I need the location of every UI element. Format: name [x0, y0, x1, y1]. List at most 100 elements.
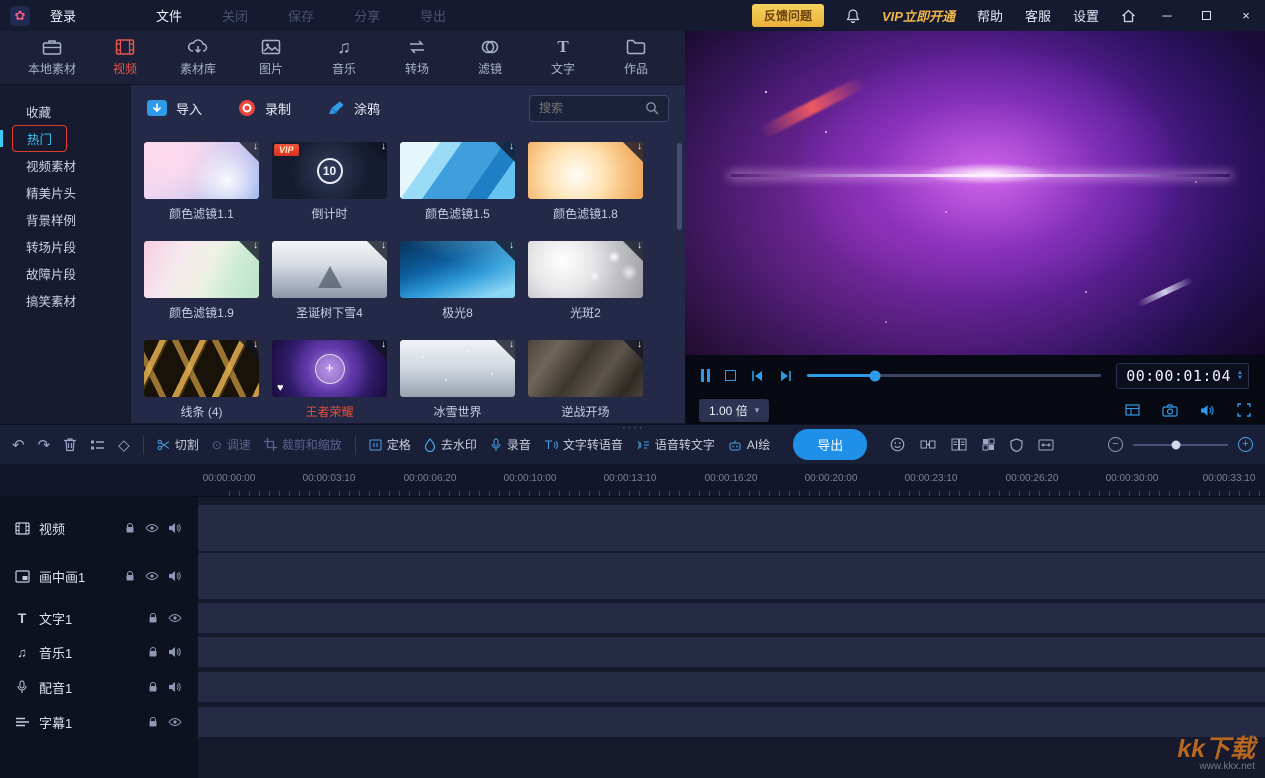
lock-icon[interactable] — [147, 681, 159, 693]
lock-icon[interactable] — [124, 522, 136, 534]
tab-material-library[interactable]: 素材库 — [174, 38, 222, 77]
export-button[interactable]: 导出 — [793, 429, 868, 460]
sidebar-item-glitch-clips[interactable]: 故障片段 — [0, 260, 130, 287]
track-lane[interactable] — [198, 505, 1265, 551]
menu-file[interactable]: 文件 — [156, 6, 182, 25]
stop-button[interactable] — [725, 370, 736, 381]
zoom-out-icon[interactable]: − — [1108, 437, 1123, 452]
add-plus-icon[interactable]: + — [314, 353, 345, 384]
track-lane[interactable] — [198, 672, 1265, 702]
previous-frame-button[interactable] — [751, 370, 764, 382]
doodle-button[interactable]: 涂鸦 — [327, 99, 380, 118]
pause-button[interactable] — [701, 369, 710, 382]
zoom-slider-handle[interactable] — [1171, 440, 1181, 449]
heart-icon[interactable]: ♥ — [277, 382, 284, 394]
speaker-icon[interactable] — [1200, 404, 1215, 417]
speaker-icon[interactable] — [168, 681, 182, 693]
download-icon[interactable] — [495, 340, 515, 360]
seek-handle[interactable] — [869, 370, 881, 381]
material-item[interactable]: 线条 (4) — [144, 340, 259, 420]
speech-to-text-button[interactable]: 语音转文字 — [636, 436, 715, 453]
material-item[interactable]: 颜色滤镜1.9 — [144, 241, 259, 321]
vip-upgrade-button[interactable]: VIP立即开通 — [882, 6, 955, 25]
home-icon[interactable] — [1121, 9, 1136, 23]
shield-icon[interactable] — [1010, 437, 1023, 452]
login-button[interactable]: 登录 — [50, 6, 76, 25]
seek-slider[interactable] — [807, 370, 1102, 381]
track-lane[interactable] — [198, 707, 1265, 737]
snapshot-camera-icon[interactable] — [1162, 403, 1178, 417]
download-icon[interactable] — [367, 340, 387, 360]
settings-button[interactable]: 设置 — [1073, 6, 1099, 25]
track-lane[interactable] — [198, 637, 1265, 667]
download-icon[interactable] — [239, 241, 259, 261]
delete-trash-icon[interactable] — [63, 437, 77, 452]
split-screen-icon[interactable] — [920, 438, 936, 451]
lock-icon[interactable] — [147, 716, 159, 728]
layout-grid-icon[interactable] — [1125, 404, 1140, 416]
cut-button[interactable]: 切割 — [157, 436, 199, 453]
sidebar-item-hot[interactable]: 热门 — [0, 125, 130, 152]
timecode-spinner[interactable]: ▲ ▼ — [1237, 370, 1243, 381]
lock-icon[interactable] — [124, 570, 136, 582]
sidebar-item-transition-clips[interactable]: 转场片段 — [0, 233, 130, 260]
help-button[interactable]: 帮助 — [977, 6, 1003, 25]
download-icon[interactable] — [495, 241, 515, 261]
eye-icon[interactable] — [168, 612, 182, 624]
material-item[interactable]: 圣诞树下雪4 — [272, 241, 387, 321]
material-item[interactable]: VIP 10 倒计时 — [272, 142, 387, 222]
speaker-icon[interactable] — [168, 522, 182, 534]
minimize-button[interactable]: ─ — [1158, 8, 1176, 23]
tab-video[interactable]: 视频 — [101, 38, 149, 77]
playback-speed-select[interactable]: 1.00 倍 ▾ — [699, 398, 770, 422]
search-icon[interactable] — [645, 101, 659, 115]
undo-icon[interactable]: ↶ — [12, 436, 25, 454]
eye-icon[interactable] — [168, 716, 182, 728]
track-lane[interactable] — [198, 553, 1265, 599]
video-preview[interactable] — [685, 31, 1265, 355]
download-icon[interactable] — [495, 142, 515, 162]
tab-pictures[interactable]: 图片 — [247, 38, 295, 77]
eye-icon[interactable] — [145, 570, 159, 582]
material-item[interactable]: 颜色滤镜1.5 — [400, 142, 515, 222]
stretch-icon[interactable] — [1038, 439, 1054, 451]
materials-scrollbar[interactable] — [677, 143, 682, 230]
tab-works[interactable]: 作品 — [612, 38, 660, 77]
emoji-sticker-icon[interactable] — [890, 437, 905, 452]
sidebar-item-video-materials[interactable]: 视频素材 — [0, 152, 130, 179]
download-icon[interactable] — [367, 142, 387, 162]
speaker-icon[interactable] — [168, 570, 182, 582]
zoom-slider[interactable] — [1133, 440, 1228, 449]
maximize-button[interactable] — [1202, 11, 1211, 20]
download-icon[interactable] — [623, 142, 643, 162]
panel-drag-handle[interactable]: ···· — [622, 422, 645, 434]
mosaic-icon[interactable] — [982, 438, 995, 451]
tab-transitions[interactable]: 转场 — [393, 38, 441, 77]
tab-text[interactable]: T 文字 — [539, 38, 587, 77]
material-item[interactable]: 光斑2 — [528, 241, 643, 321]
subtitle-pages-icon[interactable] — [951, 438, 967, 451]
track-manage-icon[interactable] — [90, 439, 105, 451]
zoom-in-icon[interactable]: + — [1238, 437, 1253, 452]
record-button[interactable]: 录制 — [238, 99, 291, 118]
download-icon[interactable] — [367, 241, 387, 261]
record-audio-button[interactable]: 录音 — [490, 436, 531, 453]
download-icon[interactable] — [623, 241, 643, 261]
next-frame-button[interactable] — [779, 370, 792, 382]
feedback-button[interactable]: 反馈问题 — [751, 4, 824, 27]
lock-icon[interactable] — [147, 646, 159, 658]
search-input[interactable] — [539, 101, 639, 115]
sidebar-item-intros[interactable]: 精美片头 — [0, 179, 130, 206]
material-item-selected[interactable]: + ♥ 王者荣耀 — [272, 340, 387, 420]
material-item[interactable]: 颜色滤镜1.1 — [144, 142, 259, 222]
support-button[interactable]: 客服 — [1025, 6, 1051, 25]
tab-local-material[interactable]: 本地素材 — [28, 38, 76, 77]
track-lane[interactable] — [198, 603, 1265, 633]
sidebar-item-backgrounds[interactable]: 背景样例 — [0, 206, 130, 233]
material-item[interactable]: 极光8 — [400, 241, 515, 321]
timeline-ruler[interactable]: 00:00:00:00 00:00:03:10 00:00:06:20 00:0… — [0, 464, 1265, 497]
notification-bell-icon[interactable] — [846, 8, 860, 23]
close-button[interactable]: × — [1237, 8, 1255, 23]
text-to-speech-button[interactable]: 文字转语音 — [544, 436, 623, 453]
download-icon[interactable] — [239, 142, 259, 162]
